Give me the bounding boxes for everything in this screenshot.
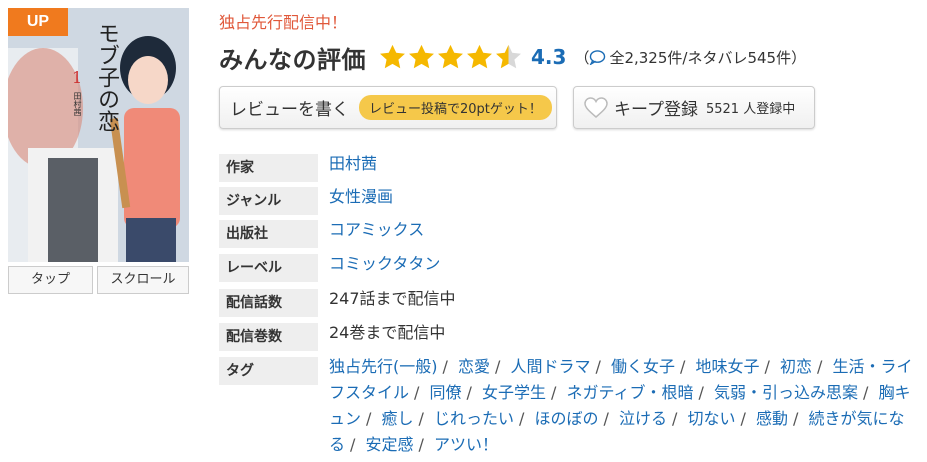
- tag-separator: /: [414, 383, 420, 402]
- tag-link[interactable]: 気弱・引っ込み思案: [714, 383, 858, 402]
- info-label: 配信話数: [219, 289, 318, 317]
- tag-separator: /: [595, 357, 601, 376]
- tag-separator: /: [740, 409, 746, 428]
- exclusive-badge: 独占先行配信中！: [219, 13, 348, 32]
- tag-separator: /: [793, 409, 799, 428]
- comment-bubble-icon: [590, 49, 606, 65]
- tag-link[interactable]: 感動: [756, 409, 788, 428]
- tag-link[interactable]: アツい！: [434, 435, 498, 454]
- keep-button[interactable]: キープ登録 5521 人登録中: [573, 86, 815, 129]
- cover-title: モブ子の恋: [94, 22, 119, 132]
- tag-separator: /: [817, 357, 823, 376]
- imprint-link[interactable]: コミックタタン: [329, 251, 440, 277]
- rating-stars: [378, 43, 523, 72]
- keep-label: キープ登録: [614, 100, 698, 120]
- paren-close: ）: [791, 48, 807, 67]
- review-counts-text: 全2,325件/ネタバレ545件: [609, 48, 792, 67]
- star-icon: [409, 44, 434, 68]
- tag-link[interactable]: ほのぼの: [535, 409, 599, 428]
- review-bonus-pill: レビュー投稿で20ptゲット！: [359, 95, 552, 120]
- half-star-icon: [496, 44, 521, 68]
- genre-link[interactable]: 女性漫画: [329, 184, 393, 210]
- star-icon: [438, 44, 463, 68]
- tag-separator: /: [350, 435, 356, 454]
- cover-author: 田村茜: [73, 92, 82, 116]
- cover-volume: 1: [72, 68, 83, 87]
- star-icon: [467, 44, 492, 68]
- tag-separator: /: [603, 409, 609, 428]
- info-label: 出版社: [219, 220, 318, 248]
- tag-separator: /: [698, 383, 704, 402]
- scroll-view-button[interactable]: スクロール: [97, 266, 189, 294]
- tag-link[interactable]: 人間ドラマ: [510, 357, 590, 376]
- tag-link[interactable]: 恋愛: [458, 357, 490, 376]
- star-icon: [380, 44, 405, 68]
- up-badge: UP: [8, 8, 68, 36]
- info-label: タグ: [219, 357, 318, 385]
- tag-link[interactable]: じれったい: [434, 409, 514, 428]
- rating-title: みんなの評価: [219, 45, 366, 74]
- tag-link[interactable]: 地味女子: [695, 357, 759, 376]
- publisher-link[interactable]: コアミックス: [329, 217, 424, 243]
- tag-link[interactable]: 泣ける: [619, 409, 667, 428]
- tag-separator: /: [442, 357, 448, 376]
- episodes-value: 247話まで配信中: [329, 289, 456, 308]
- tag-separator: /: [495, 357, 501, 376]
- tag-list: 独占先行(一般) / 恋愛 / 人間ドラマ / 働く女子 / 地味女子 / 初恋 / 生活・…: [329, 354, 919, 458]
- heart-icon: [584, 97, 608, 118]
- tag-link[interactable]: ネガティブ・根暗: [567, 383, 694, 402]
- tag-separator: /: [466, 383, 472, 402]
- tag-link[interactable]: 初恋: [780, 357, 812, 376]
- tag-separator: /: [418, 409, 424, 428]
- paren-open: （: [574, 48, 590, 67]
- tag-link[interactable]: 独占先行(一般): [329, 357, 438, 376]
- info-label: ジャンル: [219, 187, 318, 215]
- tag-separator: /: [863, 383, 869, 402]
- tag-separator: /: [764, 357, 770, 376]
- rating-row: みんなの評価 4.3 （ 全2,325件/ネタバレ545件 ）: [219, 40, 806, 74]
- info-label: 配信巻数: [219, 323, 318, 351]
- write-review-button[interactable]: レビューを書く レビュー投稿で20ptゲット！: [219, 86, 557, 129]
- volumes-value: 24巻まで配信中: [329, 323, 446, 342]
- cover-image[interactable]: UP モブ子の恋 1 田村茜: [8, 8, 189, 262]
- tag-link[interactable]: 同僚: [430, 383, 462, 402]
- tap-view-button[interactable]: タップ: [8, 266, 93, 294]
- info-label: 作家: [219, 154, 318, 182]
- rating-score: 4.3: [531, 45, 567, 69]
- keep-count: 5521 人登録中: [705, 102, 796, 117]
- tag-link[interactable]: 切ない: [688, 409, 736, 428]
- tag-link[interactable]: 女子学生: [482, 383, 546, 402]
- tag-link[interactable]: 働く女子: [611, 357, 675, 376]
- tag-separator: /: [519, 409, 525, 428]
- tag-link[interactable]: 癒し: [382, 409, 414, 428]
- tag-link[interactable]: 安定感: [366, 435, 414, 454]
- tag-separator: /: [551, 383, 557, 402]
- tag-separator: /: [418, 435, 424, 454]
- info-label: レーベル: [219, 254, 318, 282]
- tag-link[interactable]: 続きが気になる: [329, 409, 905, 454]
- write-review-label: レビューを書く: [230, 100, 349, 120]
- author-link[interactable]: 田村茜: [329, 151, 377, 177]
- tag-separator: /: [680, 357, 686, 376]
- review-counts[interactable]: （ 全2,325件/ネタバレ545件 ）: [574, 47, 806, 68]
- tag-separator: /: [672, 409, 678, 428]
- tag-separator: /: [366, 409, 372, 428]
